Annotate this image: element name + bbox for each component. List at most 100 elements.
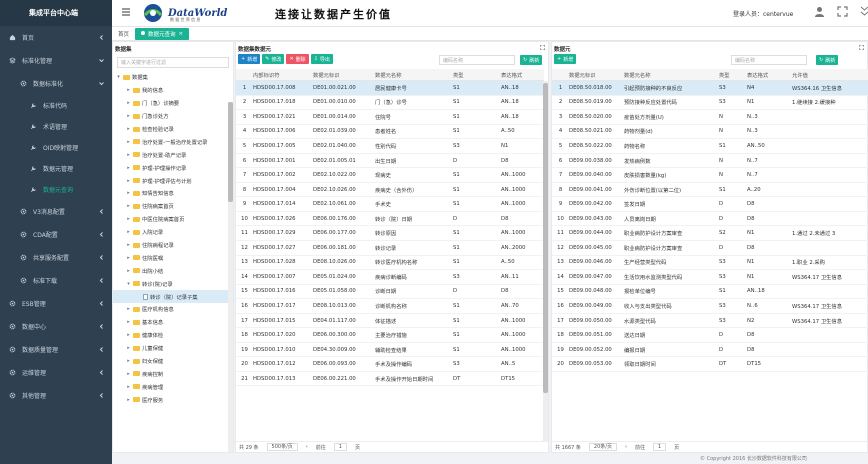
mid-prev-icon[interactable]: ‹	[306, 444, 308, 450]
delete-button[interactable]: ✕ 删除	[286, 54, 309, 64]
tree-node[interactable]: ▸ 门（急）诊摘要	[113, 97, 234, 110]
tree-node[interactable]: ▸ 住院医嘱	[113, 251, 234, 264]
mid-page-input[interactable]: 1	[333, 443, 347, 451]
sidebar-item[interactable]: 首页	[0, 26, 112, 49]
tree-toggle-icon[interactable]: ▸	[126, 152, 131, 158]
tree-toggle-icon[interactable]: ▸	[126, 216, 131, 222]
table-row[interactable]: 3 HDSD00.17.021 DE01.00.014.00 住院号 S1 AN..18	[236, 110, 544, 125]
mid-page-size[interactable]: 500条/页	[266, 443, 298, 451]
sidebar-item[interactable]: 数据中心	[0, 315, 112, 338]
table-row[interactable]: 13 HDSD00.17.028 DE08.10.026.00 转诊医疗机构名称 S1 A…	[236, 256, 544, 271]
tree-node[interactable]: ▸ 医疗机构信息	[113, 303, 234, 316]
export-button[interactable]: ⇩ 导出	[310, 54, 333, 64]
table-row[interactable]: 16 DE09.00.049.00 收入与支出类型代码 S3 N..6 WS364.17 …	[552, 299, 868, 314]
table-row[interactable]: 15 DE09.00.048.00 报检单位编号 S1 AN..18	[552, 285, 868, 300]
table-row[interactable]: 4 HDSD00.17.006 DE02.01.039.00 患者姓名 S1 A..50	[236, 125, 544, 140]
mid-refresh-button[interactable]: ↻ 刷新	[520, 55, 543, 65]
tree-node[interactable]: ▸ 我的信息	[113, 84, 234, 97]
tree-node[interactable]: ▸ 护理-护理操作记录	[113, 161, 234, 174]
tree-toggle-icon[interactable]: ▸	[126, 87, 131, 93]
table-row[interactable]: 13 DE09.00.046.00 生产经营类型代码 S3 N1 1.职业 2.采购	[552, 256, 868, 271]
table-row[interactable]: 17 HDSD00.17.015 DE04.01.117.00 体征描述 S1 AN..1…	[236, 314, 544, 329]
edit-button[interactable]: ✎ 修改	[262, 54, 285, 64]
tree-node[interactable]: ▸ 治疗处置-一般治疗处置记录	[113, 135, 234, 148]
table-row[interactable]: 20 HDSD00.17.012 DE06.00.093.00 手术及操作编码 S3 AN…	[236, 357, 544, 372]
tree-node[interactable]: ▸ 门急诊处方	[113, 110, 234, 123]
tree-node[interactable]: ▸ 儿童保健	[113, 342, 234, 355]
sidebar-item[interactable]: CDA配置	[0, 223, 112, 246]
right-search-input[interactable]: 编码名称	[731, 55, 807, 65]
table-row[interactable]: 11 HDSD00.17.029 DE06.00.177.00 转诊原因 S1 AN..1…	[236, 226, 544, 242]
table-row[interactable]: 2 DE08.50.019.00 预防接种反应处置代码 S3 N1 1.继续接 2.缓接种	[552, 96, 868, 111]
column-header[interactable]: 数据元名称	[621, 71, 716, 79]
table-row[interactable]: 6 HDSD00.17.001 DE02.01.005.01 出生日期 D D8	[236, 154, 544, 169]
tree-toggle-icon[interactable]: ▸	[126, 358, 131, 364]
sidebar-item[interactable]: 数据元查询	[0, 179, 112, 200]
table-row[interactable]: 8 HDSD00.17.004 DE02.10.026.00 疾病史（含外伤） S1 AN…	[236, 183, 544, 198]
sidebar-item[interactable]: 共享服务配置	[0, 246, 112, 269]
right-refresh-button[interactable]: ↻ 刷新	[816, 55, 839, 65]
table-row[interactable]: 1 DE08.50.018.00 引起预防接种的不良反应 S3 N4 WS364.16 卫…	[552, 81, 868, 96]
column-header[interactable]: 内部标识符	[250, 71, 310, 79]
sidebar-item[interactable]: 数据元管理	[0, 158, 112, 179]
tree-node[interactable]: ▸ 治疗处置-助产记录	[113, 148, 234, 161]
tree-toggle-icon[interactable]: ▸	[126, 268, 131, 274]
tree-node[interactable]: ▸ 入院记录	[113, 226, 234, 239]
add-button[interactable]: + 新增	[238, 54, 261, 64]
tree-toggle-icon[interactable]: ▸	[126, 255, 131, 261]
column-header[interactable]: 数据元标识	[566, 71, 621, 79]
tree-node[interactable]: ▾ 转诊(院)记录	[113, 277, 234, 290]
table-row[interactable]: 7 DE09.00.040.00 皮肤损害数量(kg) N N..7	[552, 168, 868, 183]
table-row[interactable]: 21 HDSD00.17.013 DE06.00.221.00 手术及操作开始日期时间…	[236, 372, 544, 387]
sidebar-item[interactable]: 运维管理	[0, 361, 112, 384]
column-header[interactable]: 类型	[450, 71, 498, 79]
table-row[interactable]: 19 HDSD00.17.010 DE04.30.009.00 辅助检查结果 S1 AN.…	[236, 343, 544, 358]
tree-toggle-icon[interactable]: ▸	[126, 100, 131, 106]
tree-toggle-icon[interactable]: ▸	[126, 113, 131, 119]
sidebar-item[interactable]: 标准化管理	[0, 49, 112, 72]
table-row[interactable]: 3 DE08.50.020.00 疫苗处方剂量(U) N N..3	[552, 110, 868, 125]
table-row[interactable]: 16 HDSD00.17.017 DE08.10.013.00 诊断机构名称 S1 AN.…	[236, 299, 544, 314]
tree-node[interactable]: ▸ 出院小结	[113, 264, 234, 277]
tree-toggle-icon[interactable]: ▸	[126, 306, 131, 312]
tree-toggle-icon[interactable]: ▸	[126, 229, 131, 235]
table-row[interactable]: 15 HDSD00.17.016 DE05.01.058.00 诊断日期 D D8	[236, 285, 544, 300]
column-header[interactable]: 数据元标识	[310, 71, 372, 79]
tab-close-icon[interactable]: ×	[179, 31, 184, 37]
column-header[interactable]: 允许值	[789, 71, 868, 79]
maximize-icon[interactable]	[539, 44, 546, 52]
tree-node[interactable]: ▸ 健康体检	[113, 329, 234, 342]
sidebar-item[interactable]: 术语管理	[0, 116, 112, 137]
tree-filter-input[interactable]: 输入关键字进行过滤	[117, 57, 229, 68]
table-row[interactable]: 5 DE08.50.022.00 药物名称 S1 AN..50	[552, 139, 868, 154]
right-prev-icon[interactable]: ‹	[625, 444, 627, 450]
sidebar-item[interactable]: ESB管理	[0, 292, 112, 315]
tree-node[interactable]: ▸ 疾病管理	[113, 380, 234, 393]
column-header[interactable]: 表达格式	[498, 71, 544, 79]
tree-node[interactable]: ▸ 基本信息	[113, 316, 234, 329]
table-row[interactable]: 14 DE09.00.047.00 生活饮用水监测类型代码 S3 N1 WS364.17 …	[552, 270, 868, 285]
column-header[interactable]: 类型	[716, 71, 744, 79]
tree-node[interactable]: ▸ 护理-护理评估与计划	[113, 174, 234, 187]
tree-scrollbar[interactable]	[228, 102, 233, 452]
fullscreen-icon[interactable]	[837, 6, 848, 19]
tab-home[interactable]: 首页	[112, 28, 135, 40]
table-row[interactable]: 11 DE09.00.044.00 职业病防护设计方案审查 S2 N1 1.通过 2.未通…	[552, 226, 868, 242]
tree-toggle-icon[interactable]: ▸	[126, 319, 131, 325]
table-row[interactable]: 1 HDSD00.17.008 DE01.00.021.00 居民健康卡号 S1 AN..…	[236, 81, 544, 96]
sidebar-item[interactable]: 数据质量管理	[0, 338, 112, 361]
tree-toggle-icon[interactable]: ▸	[126, 384, 131, 390]
table-row[interactable]: 14 HDSD00.17.007 DE05.01.024.00 疾病诊断编码 S3 AN.…	[236, 270, 544, 285]
mid-search-input[interactable]: 编码名称	[439, 55, 515, 65]
tree-toggle-icon[interactable]: ▸	[126, 203, 131, 209]
table-row[interactable]: 8 DE09.00.041.00 外伤诊断位置(以第二位) S1 A..20	[552, 183, 868, 198]
tree-node[interactable]: ▸ 疾病控制	[113, 367, 234, 380]
tree-toggle-icon[interactable]: ▸	[126, 165, 131, 171]
sidebar-item[interactable]: V3消息配置	[0, 200, 112, 223]
table-row[interactable]: 9 HDSD00.17.014 DE02.10.061.00 手术史 S1 AN..100…	[236, 197, 544, 212]
tree-toggle-icon[interactable]: ▸	[126, 178, 131, 184]
sidebar-item[interactable]: 标准代码	[0, 95, 112, 116]
tree-toggle-icon[interactable]: ▸	[126, 332, 131, 338]
user-avatar-icon[interactable]	[814, 6, 825, 19]
mid-scrollbar[interactable]	[543, 81, 548, 441]
